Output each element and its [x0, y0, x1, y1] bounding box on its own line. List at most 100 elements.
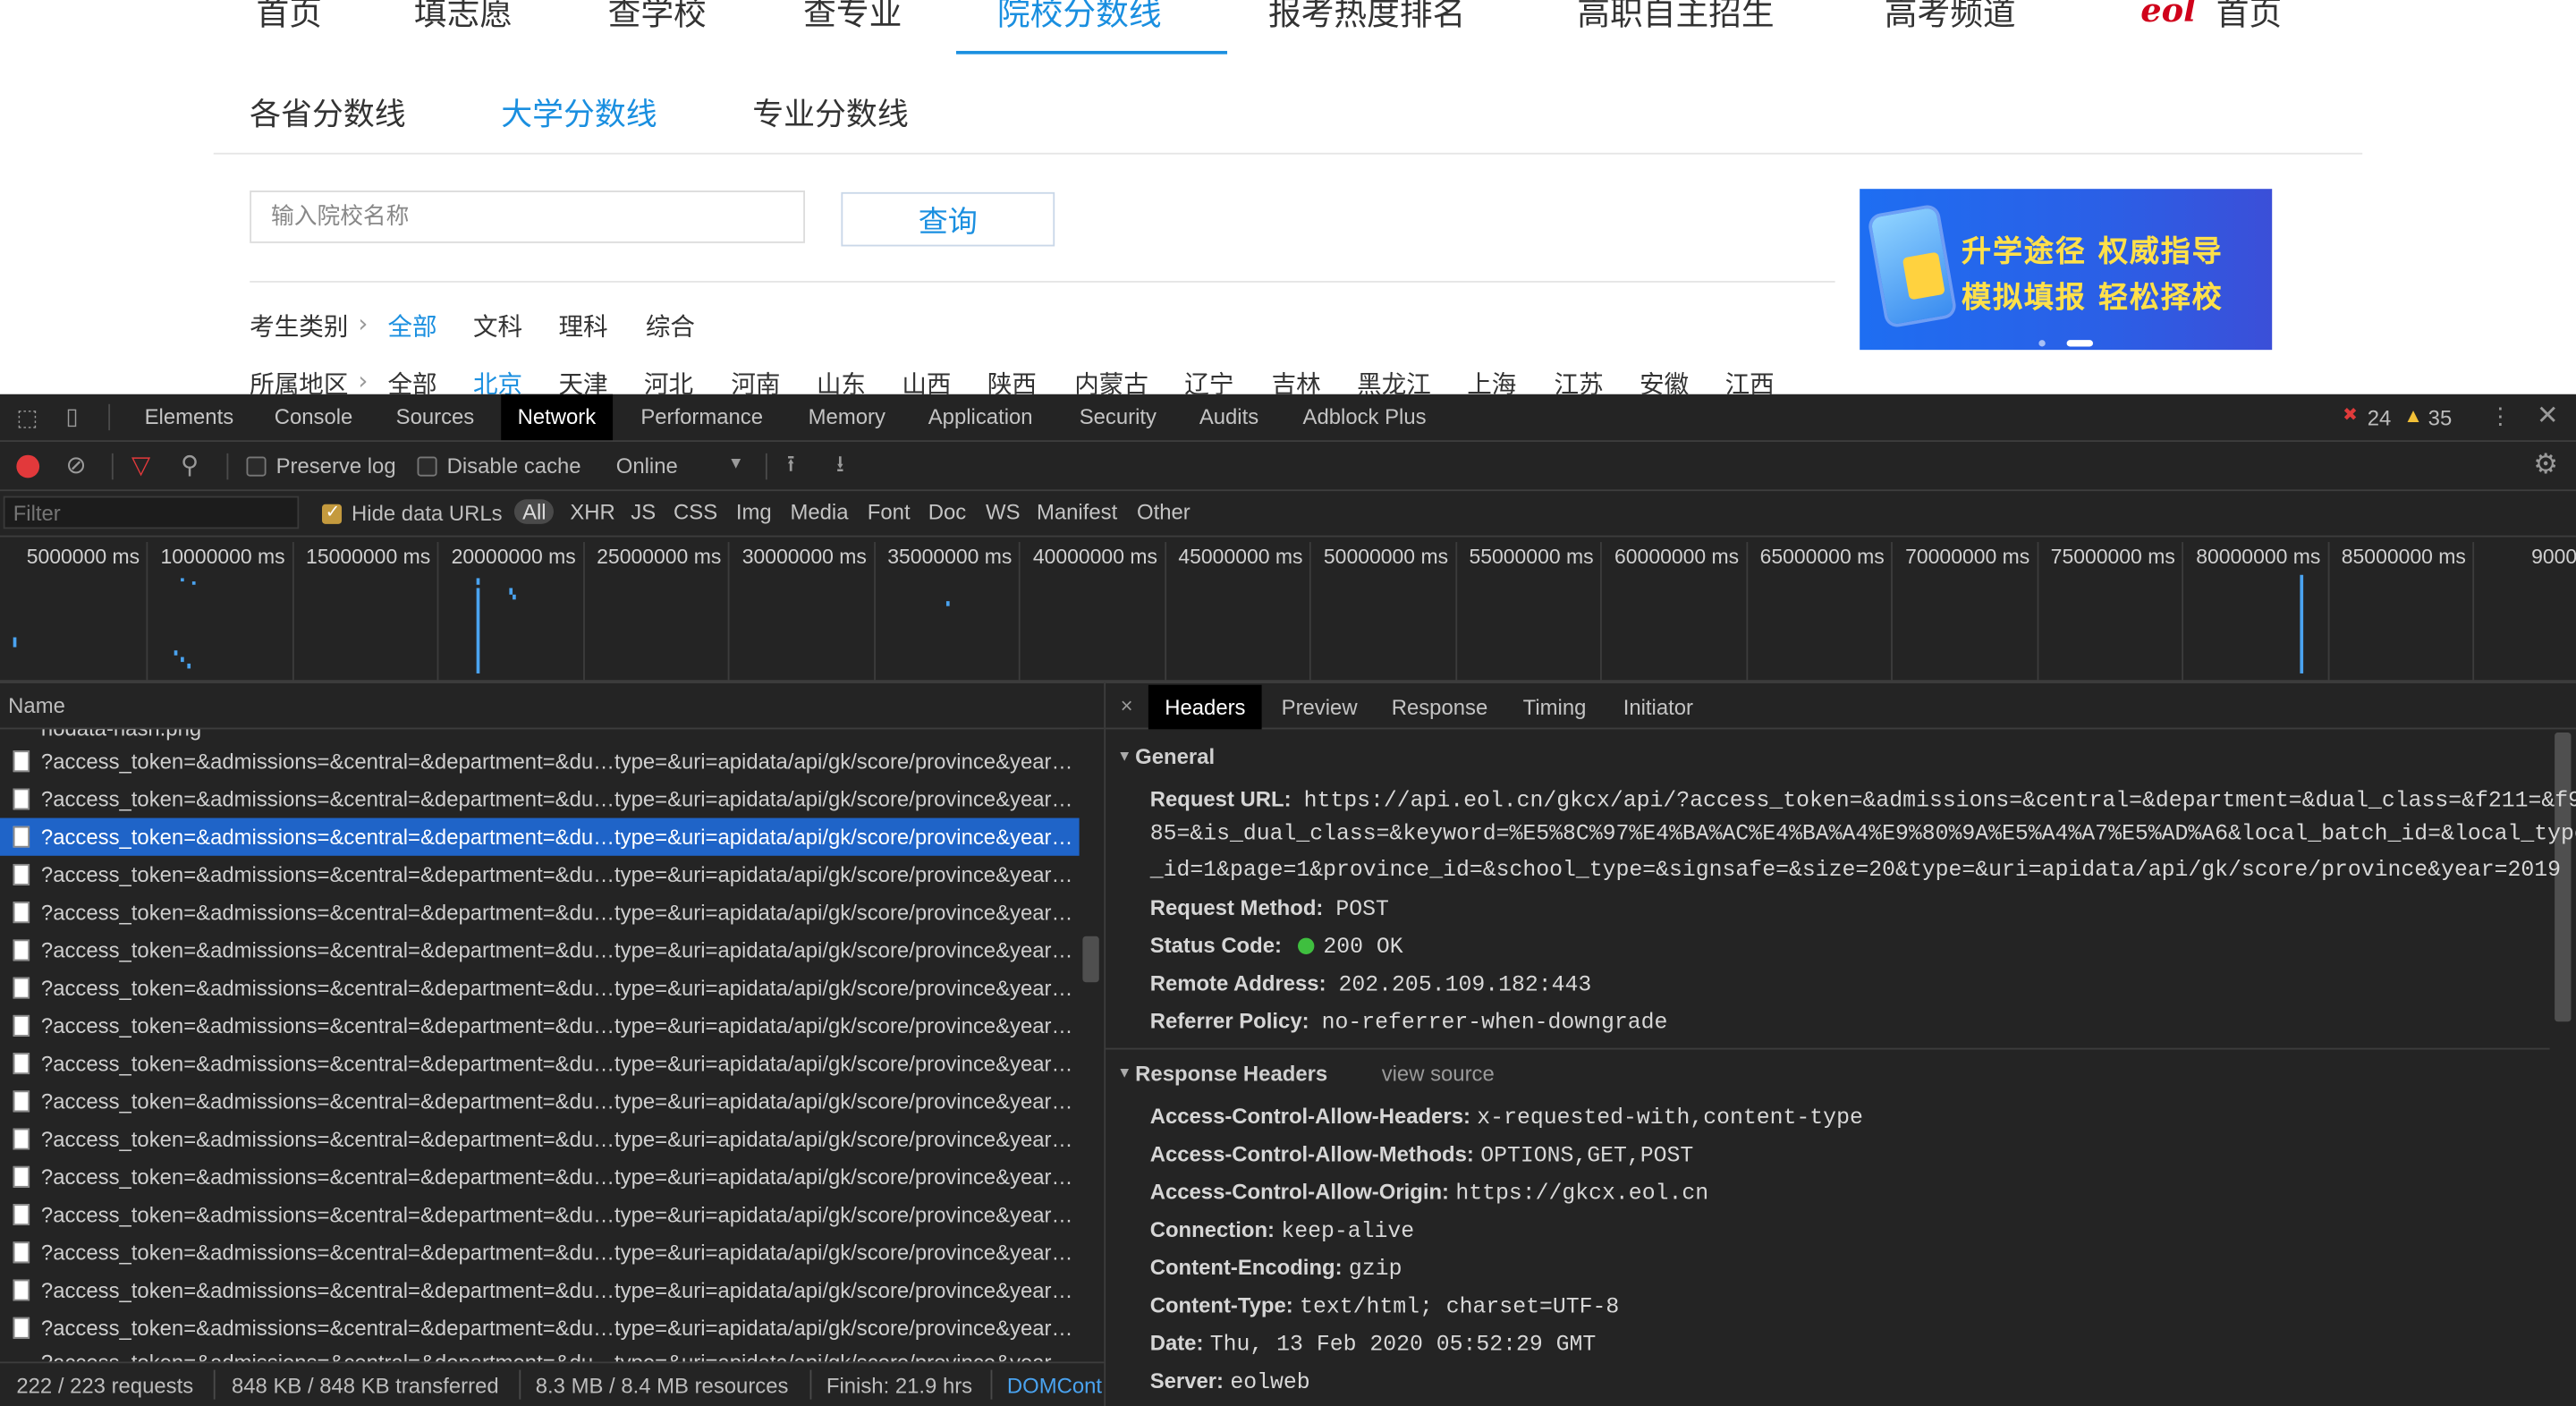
nav-fill-application[interactable]: 填志愿	[414, 0, 513, 35]
subnav-university-score[interactable]: 大学分数线	[501, 90, 657, 135]
tab-elements[interactable]: Elements	[145, 394, 234, 440]
table-row[interactable]: ?access_token=&admissions=&central=&depa…	[0, 894, 1080, 931]
view-source-link[interactable]: view source	[1382, 1061, 1495, 1086]
region-option[interactable]: 全部	[387, 367, 436, 394]
region-option[interactable]: 山西	[902, 367, 951, 394]
nav-popularity-ranking[interactable]: 报考热度排名	[1268, 0, 1465, 35]
error-count[interactable]: 24	[2368, 406, 2392, 431]
preserve-log-checkbox[interactable]	[246, 456, 267, 477]
region-option[interactable]: 江苏	[1555, 367, 1604, 394]
preserve-log-label[interactable]: Preserve log	[276, 453, 396, 479]
region-option[interactable]: 上海	[1467, 367, 1516, 394]
filter-input[interactable]	[3, 495, 300, 529]
filter-type-js[interactable]: JS	[631, 499, 656, 524]
region-option[interactable]: 天津	[558, 367, 607, 394]
record-icon[interactable]	[16, 454, 40, 479]
filter-type-font[interactable]: Font	[868, 499, 911, 524]
close-details-icon[interactable]: ×	[1121, 695, 1133, 716]
filter-option-science[interactable]: 理科	[558, 309, 607, 343]
detail-tab-preview[interactable]: Preview	[1282, 685, 1358, 730]
subnav-major-score[interactable]: 专业分数线	[752, 90, 909, 135]
disable-cache-label[interactable]: Disable cache	[447, 453, 581, 479]
filter-icon[interactable]: ▽	[131, 453, 150, 479]
hide-data-urls-checkbox[interactable]	[321, 501, 343, 524]
query-button[interactable]: 查询	[841, 191, 1055, 247]
region-option[interactable]: 江西	[1725, 367, 1775, 394]
nav-search-school[interactable]: 查学校	[608, 0, 707, 35]
nav-gaokao-channel[interactable]: 高考频道	[1885, 0, 2016, 35]
nav-vocational-admission[interactable]: 高职自主招生	[1577, 0, 1774, 35]
tab-audits[interactable]: Audits	[1199, 394, 1258, 440]
table-row[interactable]: ?access_token=&admissions=&central=&depa…	[0, 1233, 1080, 1271]
table-row[interactable]: ?access_token=&admissions=&central=&depa…	[0, 1196, 1080, 1233]
nav-eol-home[interactable]: 首页	[2216, 0, 2282, 35]
school-search-input[interactable]	[250, 191, 805, 243]
region-option[interactable]: 北京	[473, 367, 522, 394]
nav-school-score-line[interactable]: 院校分数线	[997, 0, 1162, 35]
search-icon[interactable]: ⚲	[181, 453, 199, 479]
carousel-dot-active[interactable]	[2066, 340, 2093, 347]
filter-option-liberal-arts[interactable]: 文科	[473, 309, 522, 343]
triangle-down-icon[interactable]: ▼	[1117, 1065, 1131, 1081]
filter-option-all[interactable]: 全部	[387, 309, 436, 343]
pane-divider[interactable]	[1104, 682, 1106, 1406]
request-list-scrollbar[interactable]	[1079, 729, 1105, 1362]
triangle-down-icon[interactable]: ▼	[1117, 749, 1131, 764]
name-column-header[interactable]: Name	[8, 693, 65, 718]
scrollbar-thumb[interactable]	[1082, 936, 1099, 983]
region-option[interactable]: 吉林	[1272, 367, 1321, 394]
tab-network[interactable]: Network	[501, 394, 613, 441]
general-section-title[interactable]: General	[1135, 744, 1215, 769]
import-har-icon[interactable]: ⭱	[787, 452, 795, 475]
detail-tab-timing[interactable]: Timing	[1523, 685, 1587, 730]
filter-type-css[interactable]: CSS	[674, 499, 717, 524]
error-icon[interactable]: ✖	[2343, 407, 2358, 425]
filter-type-other[interactable]: Other	[1137, 499, 1191, 524]
filter-type-img[interactable]: Img	[736, 499, 772, 524]
table-row[interactable]: ?access_token=&admissions=&central=&depa…	[0, 1309, 1080, 1347]
disable-cache-checkbox[interactable]	[417, 456, 437, 477]
region-option[interactable]: 辽宁	[1184, 367, 1233, 394]
table-row[interactable]: ?access_token=&admissions=&central=&depa…	[0, 1082, 1080, 1120]
filter-type-ws[interactable]: WS	[986, 499, 1020, 524]
more-options-icon[interactable]: ⋮	[2489, 404, 2512, 428]
tab-memory[interactable]: Memory	[809, 394, 886, 440]
response-headers-section-title[interactable]: Response Headers	[1135, 1061, 1327, 1086]
warning-count[interactable]: 35	[2428, 406, 2453, 431]
clear-icon[interactable]: ⊘	[65, 453, 86, 479]
tab-security[interactable]: Security	[1080, 394, 1157, 440]
table-row[interactable]: ?access_token=&admissions=&central=&depa…	[0, 1271, 1080, 1309]
warning-icon[interactable]: ▲	[2403, 406, 2423, 426]
hide-data-urls-label[interactable]: Hide data URLs	[352, 501, 503, 526]
filter-type-xhr[interactable]: XHR	[570, 499, 614, 524]
settings-gear-icon[interactable]: ⚙	[2533, 450, 2558, 478]
detail-tab-initiator[interactable]: Initiator	[1623, 685, 1693, 730]
inspect-element-icon[interactable]: ⬚	[16, 406, 38, 429]
table-row[interactable]: ?access_token=&admissions=&central=&depa…	[0, 1343, 1080, 1362]
export-har-icon[interactable]: ⭳	[836, 452, 844, 475]
table-row[interactable]: ?access_token=&admissions=&central=&depa…	[0, 856, 1080, 894]
region-option[interactable]: 河南	[731, 367, 780, 394]
filter-type-all[interactable]: All	[513, 499, 555, 524]
filter-type-media[interactable]: Media	[790, 499, 848, 524]
table-row[interactable]: ?access_token=&admissions=&central=&depa…	[0, 817, 1080, 856]
throttling-select[interactable]: Online	[616, 453, 678, 479]
eol-logo[interactable]: eol	[2140, 0, 2196, 30]
promo-banner[interactable]: 升学途径 权威指导 模拟填报 轻松择校	[1860, 189, 2273, 351]
region-option[interactable]: 山东	[817, 367, 866, 394]
table-row[interactable]: ?access_token=&admissions=&central=&depa…	[0, 1120, 1080, 1157]
filter-type-manifest[interactable]: Manifest	[1037, 499, 1117, 524]
tab-console[interactable]: Console	[275, 394, 353, 440]
nav-home[interactable]: 首页	[257, 0, 322, 35]
device-toolbar-icon[interactable]: ▯	[65, 404, 78, 428]
nav-search-major[interactable]: 查专业	[803, 0, 902, 35]
detail-tab-response[interactable]: Response	[1392, 685, 1488, 730]
filter-type-doc[interactable]: Doc	[928, 499, 966, 524]
filter-option-comprehensive[interactable]: 综合	[646, 309, 695, 343]
subnav-province-score[interactable]: 各省分数线	[250, 90, 406, 135]
region-option[interactable]: 安徽	[1640, 367, 1689, 394]
region-option[interactable]: 黑龙江	[1357, 367, 1431, 394]
tab-adblock-plus[interactable]: Adblock Plus	[1303, 394, 1427, 440]
table-row[interactable]: ?access_token=&admissions=&central=&depa…	[0, 1045, 1080, 1082]
table-row[interactable]: ?access_token=&admissions=&central=&depa…	[0, 780, 1080, 817]
